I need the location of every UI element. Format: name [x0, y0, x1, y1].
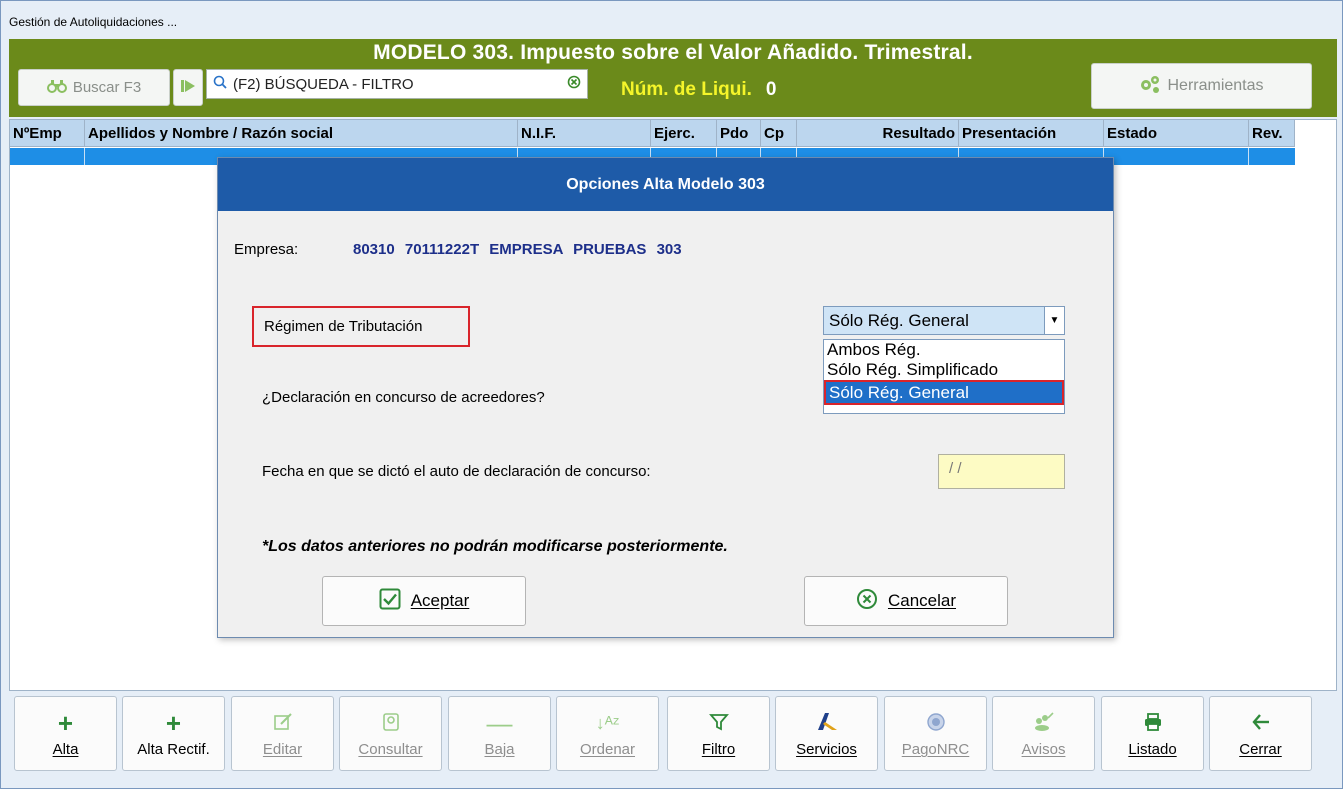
col-nif[interactable]: N.I.F. — [518, 120, 651, 147]
editar-button[interactable]: Editar — [231, 696, 334, 771]
alta-rectif-button[interactable]: + Alta Rectif. — [122, 696, 225, 771]
filtro-button[interactable]: Filtro — [667, 696, 770, 771]
concurso-label: ¿Declaración en concurso de acreedores? — [262, 389, 545, 406]
listado-button[interactable]: Listado — [1101, 696, 1204, 771]
alta-button[interactable]: + Alta — [14, 696, 117, 771]
col-nemp[interactable]: NºEmp — [10, 120, 85, 147]
col-presentacion[interactable]: Presentación — [959, 120, 1104, 147]
col-cp[interactable]: Cp — [761, 120, 797, 147]
buscar-button[interactable]: Buscar F3 — [18, 69, 170, 106]
cerrar-button[interactable]: Cerrar — [1209, 696, 1312, 771]
aceptar-label: Aceptar — [410, 591, 470, 610]
header-bar: MODELO 303. Impuesto sobre el Valor Añad… — [9, 39, 1337, 117]
servicios-label: Servicios — [796, 741, 857, 758]
regimen-option-simplificado[interactable]: Sólo Rég. Simplificado — [824, 360, 1064, 380]
baja-button[interactable]: — Baja — [448, 696, 551, 771]
chevron-down-icon[interactable]: ▼ — [1044, 307, 1064, 334]
listado-label: Listado — [1128, 741, 1177, 758]
ordenar-label: Ordenar — [579, 741, 636, 758]
avisos-button[interactable]: Avisos — [992, 696, 1095, 771]
dialog-title: Opciones Alta Modelo 303 — [218, 158, 1113, 211]
alta-label: Alta — [52, 741, 79, 758]
next-record-button[interactable] — [173, 69, 203, 106]
avisos-label: Avisos — [1021, 741, 1066, 758]
search-input[interactable]: (F2) BÚSQUEDA - FILTRO — [206, 69, 588, 99]
liqui-label: Núm. de Liqui. — [621, 79, 752, 100]
fecha-concurso-input[interactable]: / / — [938, 454, 1065, 489]
baja-label: Baja — [484, 741, 515, 758]
regimen-dropdown-list: Ambos Rég. Sólo Rég. Simplificado Sólo R… — [823, 339, 1065, 414]
bottom-toolbar: + Alta + Alta Rectif. Editar Consultar —… — [9, 691, 1337, 783]
search-text: (F2) BÚSQUEDA - FILTRO — [233, 75, 414, 93]
regimen-selected-value: Sólo Rég. General — [829, 311, 969, 330]
sort-az-icon: ↓ᴬᶻ — [595, 713, 620, 733]
clear-search-icon[interactable] — [567, 75, 581, 93]
plus-icon: + — [165, 708, 182, 738]
regimen-label-text: Régimen de Tributación — [264, 318, 423, 335]
col-estado[interactable]: Estado — [1104, 120, 1249, 147]
regimen-option-general[interactable]: Sólo Rég. General — [824, 380, 1064, 405]
liqui-value: 0 — [765, 79, 777, 100]
app-window: Gestión de Autoliquidaciones ... MODELO … — [0, 0, 1343, 789]
regimen-option-ambos[interactable]: Ambos Rég. — [824, 340, 1064, 360]
cancel-circle-icon — [856, 588, 878, 615]
page-title: MODELO 303. Impuesto sobre el Valor Añad… — [373, 41, 973, 64]
alta-rectif-label: Alta Rectif. — [137, 741, 210, 758]
consultar-label: Consultar — [358, 741, 423, 758]
pago-nrc-label: PagoNRC — [901, 741, 970, 758]
view-icon — [340, 705, 441, 741]
minus-icon: — — [486, 708, 513, 738]
table-header: NºEmp Apellidos y Nombre / Razón social … — [10, 120, 1295, 147]
search-icon — [213, 75, 227, 93]
col-periodo[interactable]: Pdo — [717, 120, 761, 147]
alerts-users-icon — [993, 705, 1094, 741]
aceptar-button[interactable]: Aceptar — [322, 576, 526, 626]
alta-options-dialog: Opciones Alta Modelo 303 Empresa: 80310 … — [217, 157, 1114, 638]
fecha-concurso-label: Fecha en que se dictó el auto de declara… — [262, 463, 651, 480]
col-resultado[interactable]: Resultado — [797, 120, 959, 147]
col-rev[interactable]: Rev. — [1249, 120, 1295, 147]
pago-nrc-button[interactable]: PagoNRC — [884, 696, 987, 771]
editar-label: Editar — [262, 741, 303, 758]
gears-icon — [1139, 74, 1161, 99]
window-title: Gestión de Autoliquidaciones ... — [9, 15, 178, 29]
empresa-label: Empresa: — [234, 241, 299, 258]
cancelar-button[interactable]: Cancelar — [804, 576, 1008, 626]
aeat-logo-icon — [776, 705, 877, 741]
arrow-left-icon — [1210, 705, 1311, 741]
binoculars-icon — [46, 78, 67, 98]
herramientas-label: Herramientas — [1167, 77, 1264, 94]
buscar-label: Buscar F3 — [72, 79, 142, 96]
consultar-button[interactable]: Consultar — [339, 696, 442, 771]
plus-icon: + — [57, 708, 74, 738]
ordenar-button[interactable]: ↓ᴬᶻ Ordenar — [556, 696, 659, 771]
cancelar-label: Cancelar — [887, 591, 957, 610]
cerrar-label: Cerrar — [1239, 741, 1282, 758]
print-icon — [1102, 705, 1203, 741]
empresa-value: 80310 70111222T EMPRESA PRUEBAS 303 — [353, 241, 682, 258]
warning-note: *Los datos anteriores no podrán modifica… — [262, 538, 728, 555]
coin-icon — [885, 705, 986, 741]
edit-icon — [232, 705, 333, 741]
regimen-select[interactable]: Sólo Rég. General ▼ — [823, 306, 1065, 335]
regimen-label: Régimen de Tributación — [252, 306, 470, 347]
filtro-label: Filtro — [701, 741, 736, 758]
liqui-counter: Núm. de Liqui. 0 — [621, 79, 776, 101]
col-nombre[interactable]: Apellidos y Nombre / Razón social — [85, 120, 518, 147]
skip-next-icon — [180, 78, 196, 98]
filter-icon — [668, 705, 769, 741]
herramientas-button[interactable]: Herramientas — [1091, 63, 1312, 109]
checkbox-check-icon — [379, 588, 401, 615]
col-ejercicio[interactable]: Ejerc. — [651, 120, 717, 147]
servicios-button[interactable]: Servicios — [775, 696, 878, 771]
